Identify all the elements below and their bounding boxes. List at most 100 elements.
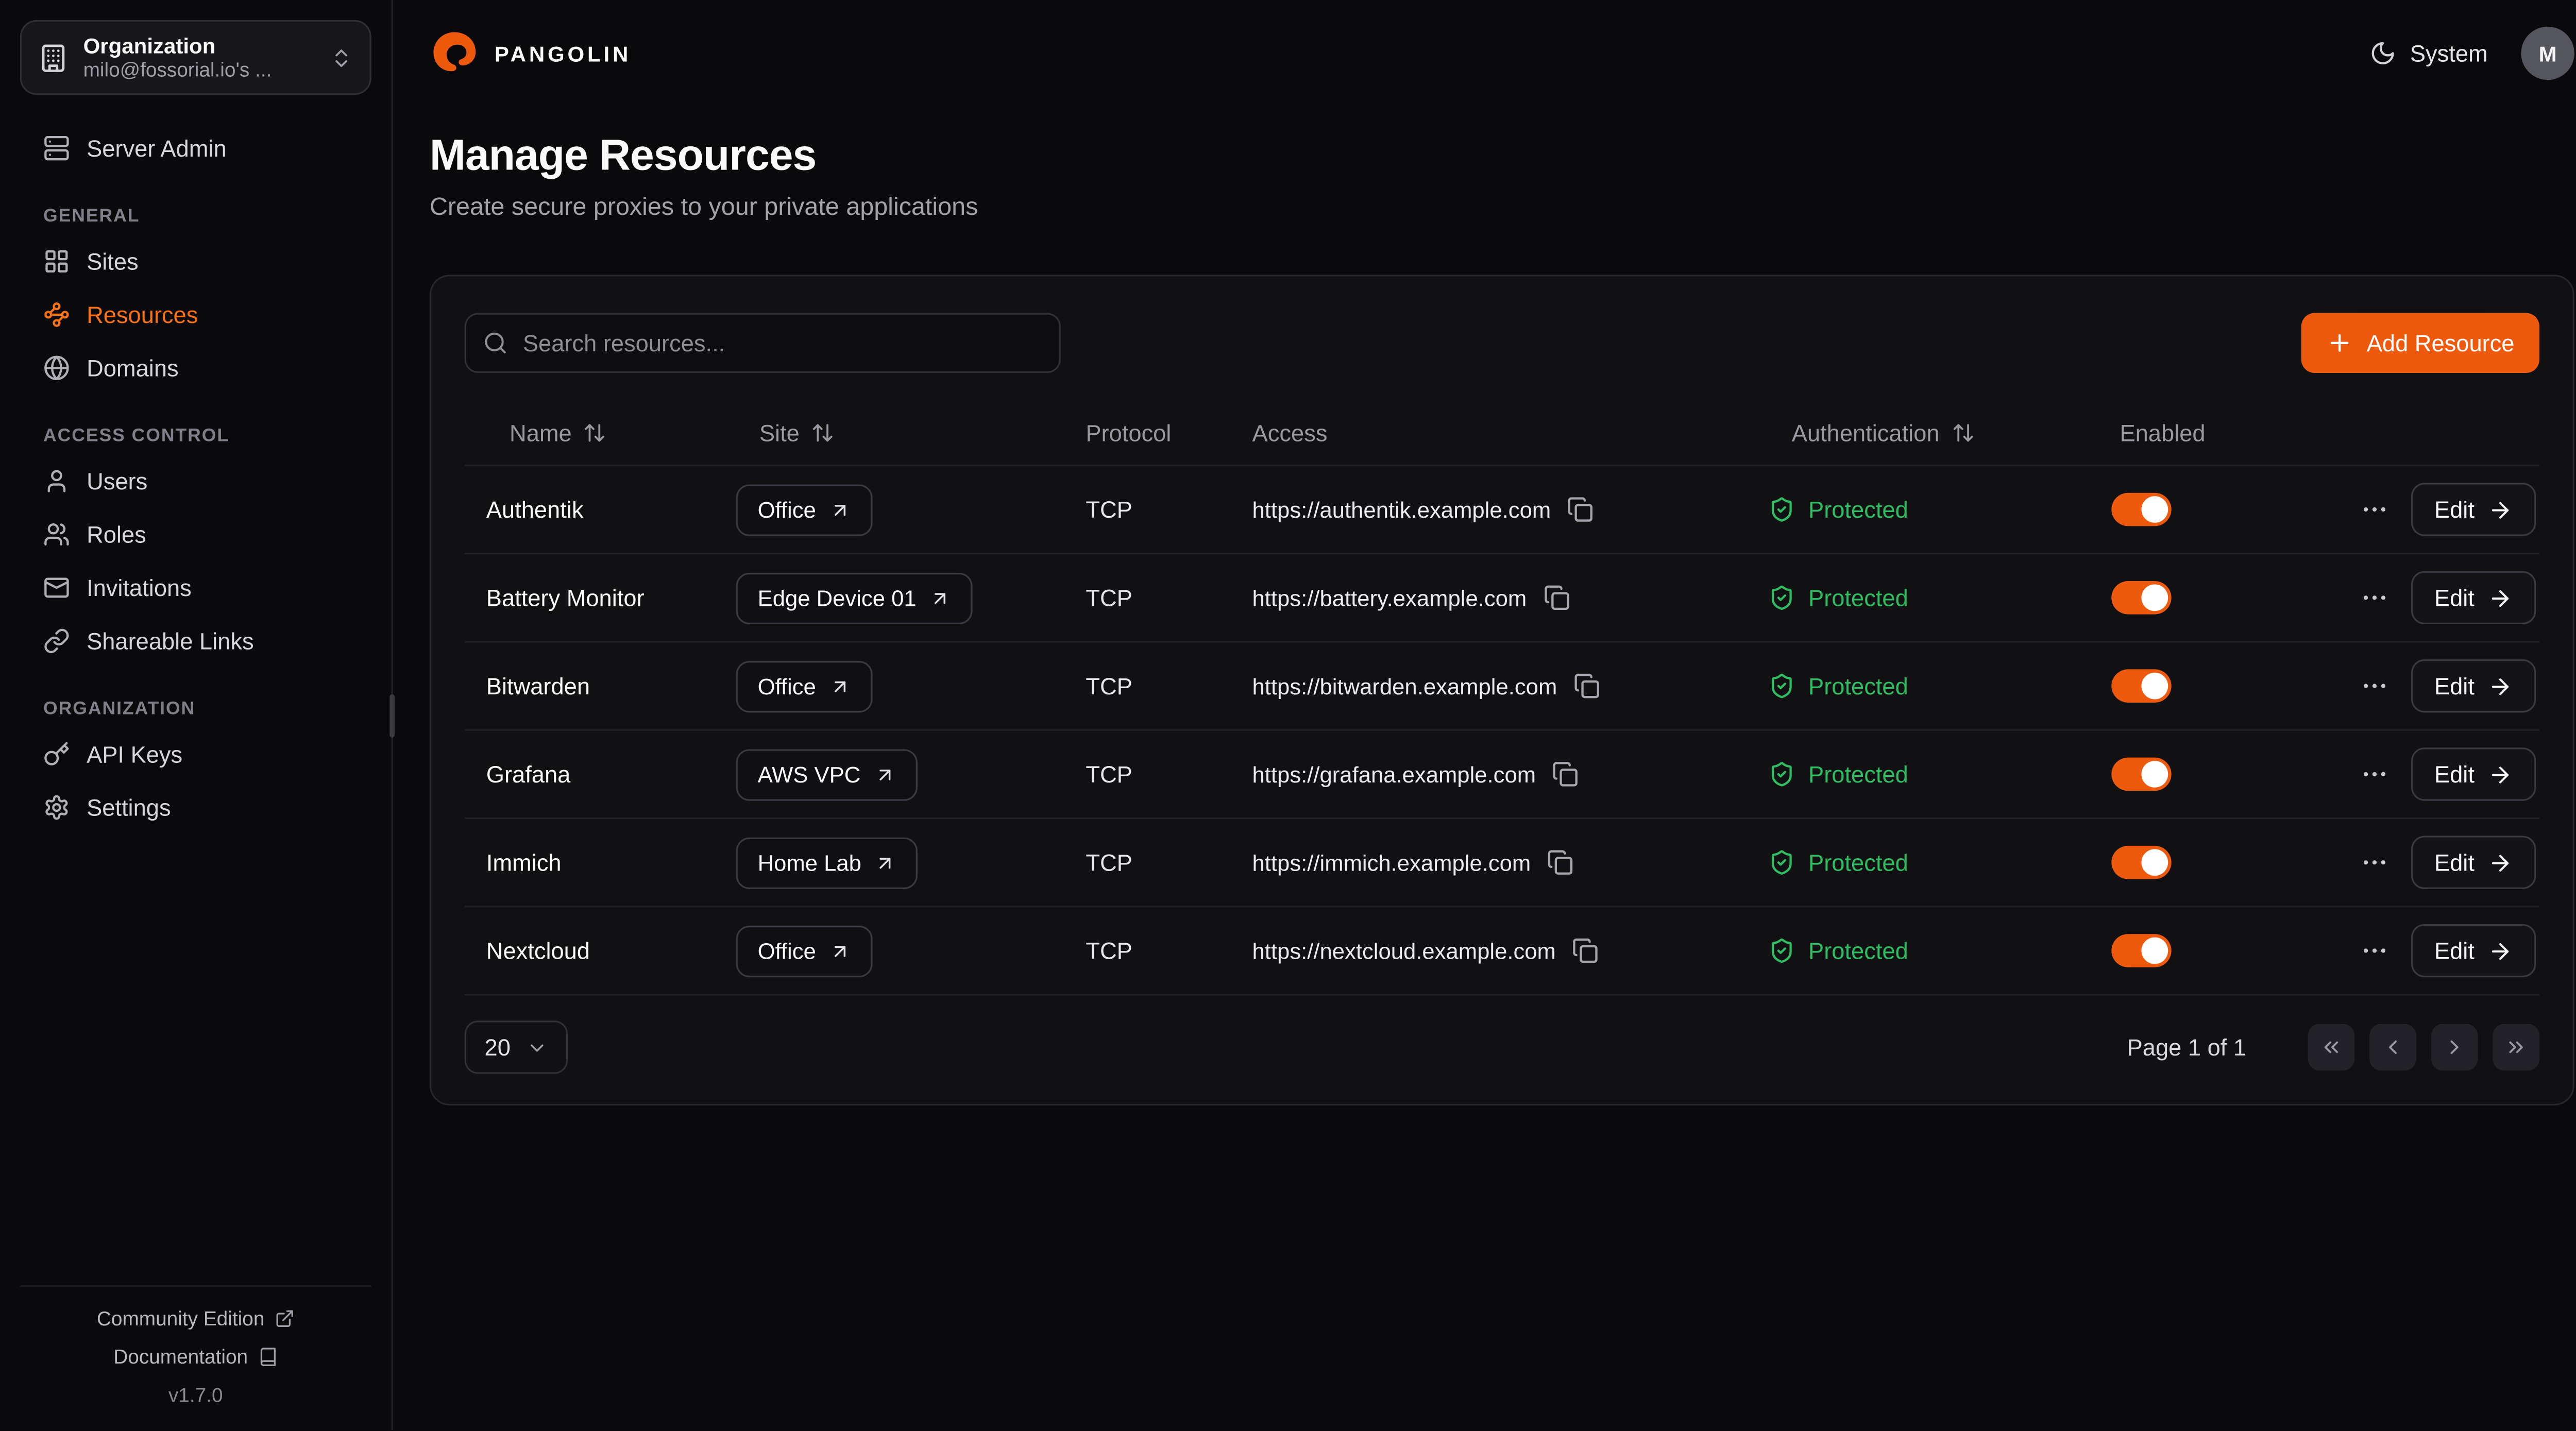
sidebar-item-label: Server Admin (87, 135, 227, 162)
enabled-toggle[interactable] (2111, 846, 2171, 879)
edit-button[interactable]: Edit (2411, 836, 2536, 889)
avatar[interactable]: M (2521, 27, 2574, 80)
ellipsis-icon (2359, 583, 2389, 612)
sort-site-button[interactable]: Site (736, 419, 835, 446)
previous-page-button[interactable] (2369, 1024, 2416, 1070)
gear-icon (43, 794, 70, 821)
page-size-select[interactable]: 20 (465, 1020, 567, 1074)
enabled-toggle[interactable] (2111, 669, 2171, 703)
copy-url-button[interactable] (1552, 761, 1579, 788)
row-menu-button[interactable] (2359, 759, 2389, 789)
edit-button[interactable]: Edit (2411, 483, 2536, 536)
sidebar-item-server-admin[interactable]: Server Admin (20, 122, 371, 175)
row-menu-button[interactable] (2359, 935, 2389, 965)
table-row: Immich Home Lab TCP https://immich.examp… (465, 819, 2539, 907)
search-input[interactable] (465, 313, 1061, 373)
copy-icon (1572, 938, 1599, 964)
sort-name-button[interactable]: Name (486, 419, 607, 446)
page-size-value: 20 (485, 1034, 511, 1061)
brand-name: PANGOLIN (495, 41, 631, 65)
enabled-toggle[interactable] (2111, 758, 2171, 791)
sidebar-item-label: Users (87, 468, 147, 495)
row-menu-button[interactable] (2359, 583, 2389, 612)
sort-authentication-button[interactable]: Authentication (1768, 419, 1974, 446)
sidebar-item-settings[interactable]: Settings (20, 781, 371, 834)
copy-url-button[interactable] (1548, 849, 1574, 876)
row-menu-button[interactable] (2359, 495, 2389, 524)
site-name: AWS VPC (758, 762, 861, 787)
sidebar-section-label: GENERAL (43, 207, 358, 227)
edit-button[interactable]: Edit (2411, 924, 2536, 977)
copy-url-button[interactable] (1572, 938, 1599, 964)
sidebar-item-resources[interactable]: Resources (20, 288, 371, 341)
app-root: Organization milo@fossorial.io's ... Ser… (0, 0, 2576, 1430)
version-label: v1.7.0 (20, 1384, 371, 1407)
edit-button[interactable]: Edit (2411, 571, 2536, 624)
enabled-toggle[interactable] (2111, 934, 2171, 967)
shield-check-icon (1768, 761, 1795, 788)
site-link-button[interactable]: Home Lab (736, 837, 918, 888)
edit-button[interactable]: Edit (2411, 659, 2536, 712)
sidebar-section: ORGANIZATION API Keys Settings (20, 699, 371, 834)
last-page-button[interactable] (2493, 1024, 2539, 1070)
resource-name: Authentik (486, 496, 736, 523)
copy-url-button[interactable] (1544, 584, 1570, 611)
shield-check-icon (1768, 673, 1795, 700)
arrow-up-down-icon (811, 420, 834, 444)
row-menu-button[interactable] (2359, 671, 2389, 701)
sidebar-item-users[interactable]: Users (20, 454, 371, 507)
users-icon (43, 521, 70, 548)
theme-toggle-button[interactable]: System (2370, 40, 2487, 67)
sidebar-item-label: Roles (87, 521, 146, 548)
sidebar-item-api-keys[interactable]: API Keys (20, 727, 371, 780)
sidebar-section-label: ORGANIZATION (43, 699, 358, 719)
next-page-button[interactable] (2431, 1024, 2478, 1070)
auth-status: Protected (1808, 496, 1908, 523)
documentation-label: Documentation (113, 1345, 248, 1369)
sidebar-item-domains[interactable]: Domains (20, 342, 371, 395)
resource-name: Battery Monitor (486, 584, 736, 611)
copy-url-button[interactable] (1574, 673, 1601, 700)
arrow-right-icon (2488, 673, 2513, 698)
sidebar-item-label: Settings (87, 794, 171, 821)
copy-url-button[interactable] (1568, 496, 1595, 523)
table-row: Nextcloud Office TCP https://nextcloud.e… (465, 907, 2539, 995)
row-menu-button[interactable] (2359, 847, 2389, 877)
edit-button[interactable]: Edit (2411, 747, 2536, 800)
sidebar-item-label: Shareable Links (87, 628, 254, 655)
column-header-enabled: Enabled (2111, 419, 2354, 446)
add-resource-button[interactable]: Add Resource (2302, 313, 2539, 373)
copy-icon (1574, 673, 1601, 700)
sidebar-resize-handle[interactable] (389, 693, 395, 737)
org-switcher[interactable]: Organization milo@fossorial.io's ... (20, 20, 371, 95)
chevrons-left-icon (2319, 1035, 2343, 1059)
add-resource-label: Add Resource (2367, 330, 2515, 356)
sidebar-item-sites[interactable]: Sites (20, 235, 371, 288)
sidebar-item-invitations[interactable]: Invitations (20, 561, 371, 614)
enabled-toggle[interactable] (2111, 493, 2171, 526)
table-row: Bitwarden Office TCP https://bitwarden.e… (465, 643, 2539, 731)
ellipsis-icon (2359, 847, 2389, 877)
site-link-button[interactable]: AWS VPC (736, 748, 918, 800)
arrow-up-right-icon (930, 587, 952, 608)
documentation-link[interactable]: Documentation (20, 1345, 371, 1369)
site-link-button[interactable]: Office (736, 925, 873, 976)
community-edition-link[interactable]: Community Edition (20, 1307, 371, 1330)
ellipsis-icon (2359, 495, 2389, 524)
auth-status: Protected (1808, 849, 1908, 876)
site-link-button[interactable]: Office (736, 484, 873, 535)
site-link-button[interactable]: Edge Device 01 (736, 572, 973, 623)
column-header-authentication: Authentication (1768, 419, 2111, 446)
access-url: https://immich.example.com (1252, 850, 1531, 875)
site-link-button[interactable]: Office (736, 660, 873, 712)
shield-check-icon (1768, 496, 1795, 523)
pagination: Page 1 of 1 (2127, 1024, 2539, 1070)
table-row: Battery Monitor Edge Device 01 TCP https… (465, 554, 2539, 642)
sidebar-item-roles[interactable]: Roles (20, 508, 371, 561)
first-page-button[interactable] (2308, 1024, 2354, 1070)
sidebar-item-label: Resources (87, 301, 198, 328)
sidebar-item-shareable-links[interactable]: Shareable Links (20, 615, 371, 668)
enabled-toggle[interactable] (2111, 581, 2171, 615)
arrow-up-right-icon (829, 675, 851, 697)
auth-status: Protected (1808, 938, 1908, 964)
